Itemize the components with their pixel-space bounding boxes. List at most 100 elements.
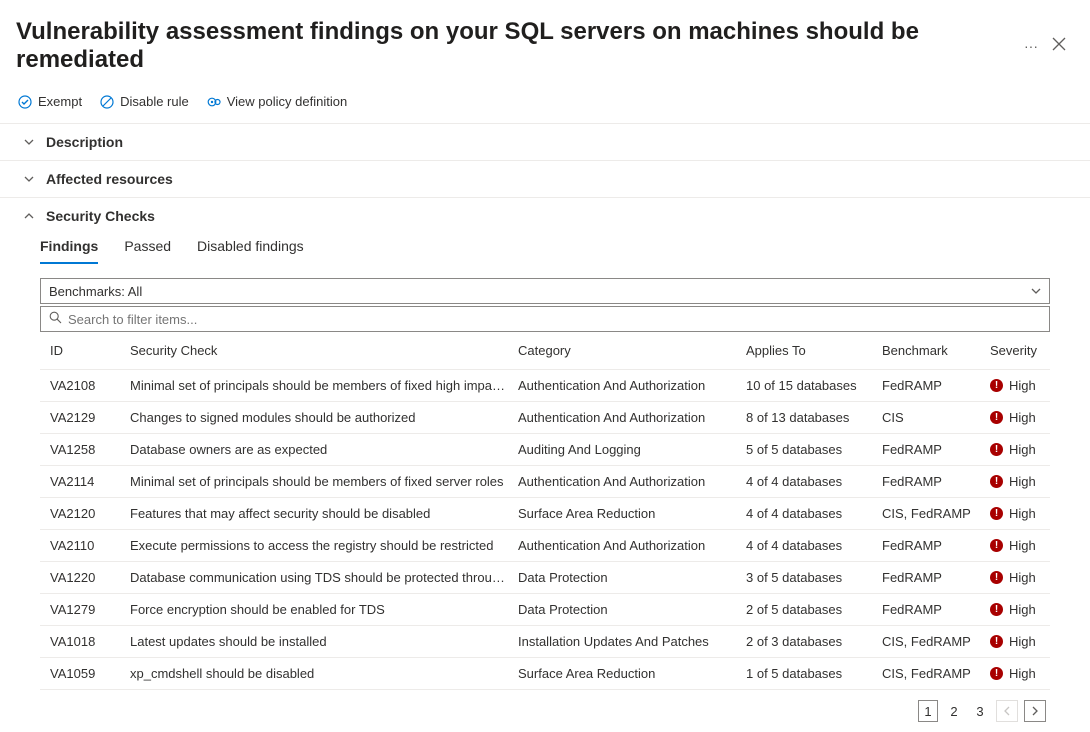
cell-category: Surface Area Reduction: [518, 506, 746, 521]
search-input[interactable]: [68, 312, 1041, 327]
cell-severity: ! High: [990, 602, 1060, 617]
cell-category: Authentication And Authorization: [518, 378, 746, 393]
cell-applies-to: 4 of 4 databases: [746, 538, 882, 553]
cell-severity: !High: [990, 410, 1060, 425]
benchmark-filter[interactable]: Benchmarks: All: [40, 278, 1050, 304]
severity-label: High: [1009, 602, 1036, 617]
chevron-down-icon: [24, 174, 34, 184]
col-benchmark[interactable]: Benchmark: [882, 343, 990, 358]
cell-id: VA1258: [50, 442, 130, 457]
search-icon: [49, 311, 62, 327]
tab-findings[interactable]: Findings: [40, 234, 98, 264]
table-row[interactable]: VA2108Minimal set of principals should b…: [40, 370, 1050, 402]
page-1[interactable]: 1: [918, 700, 938, 722]
cell-id: VA1018: [50, 634, 130, 649]
exempt-icon: [18, 95, 32, 109]
severity-label: High: [1009, 474, 1036, 489]
cell-security-check: Force encryption should be enabled for T…: [130, 602, 518, 617]
cell-security-check: Minimal set of principals should be memb…: [130, 378, 518, 393]
tab-disabled-findings[interactable]: Disabled findings: [197, 234, 304, 264]
table-row[interactable]: VA2120Features that may affect security …: [40, 498, 1050, 530]
section-checks-label: Security Checks: [46, 208, 155, 224]
cell-applies-to: 5 of 5 databases: [746, 442, 882, 457]
more-icon[interactable]: ···: [1024, 38, 1038, 54]
cell-security-check: Latest updates should be installed: [130, 634, 518, 649]
table-row[interactable]: VA2129Changes to signed modules should b…: [40, 402, 1050, 434]
tab-passed[interactable]: Passed: [124, 234, 171, 264]
col-id[interactable]: ID: [50, 343, 130, 358]
cell-benchmark: CIS: [882, 410, 990, 425]
cell-benchmark: FedRAMP: [882, 442, 990, 457]
page-title: Vulnerability assessment findings on you…: [16, 18, 1010, 74]
cell-benchmark: FedRAMP: [882, 474, 990, 489]
cell-applies-to: 2 of 3 databases: [746, 634, 882, 649]
col-security-check[interactable]: Security Check: [130, 343, 518, 358]
severity-high-icon: !: [990, 603, 1003, 616]
cell-applies-to: 4 of 4 databases: [746, 506, 882, 521]
severity-label: High: [1009, 634, 1036, 649]
col-applies-to[interactable]: Applies To: [746, 343, 882, 358]
cell-category: Data Protection: [518, 602, 746, 617]
benchmark-filter-label: Benchmarks: All: [49, 284, 142, 299]
severity-high-icon: !: [990, 539, 1003, 552]
cell-applies-to: 2 of 5 databases: [746, 602, 882, 617]
cell-security-check: Minimal set of principals should be memb…: [130, 474, 518, 489]
col-severity[interactable]: Severity: [990, 343, 1060, 358]
severity-label: High: [1009, 506, 1036, 521]
cell-id: VA2108: [50, 378, 130, 393]
table-row[interactable]: VA1279Force encryption should be enabled…: [40, 594, 1050, 626]
table-row[interactable]: VA1059xp_cmdshell should be disabledSurf…: [40, 658, 1050, 690]
severity-high-icon: !: [990, 411, 1003, 424]
page-3[interactable]: 3: [970, 700, 990, 722]
severity-high-icon: !: [990, 571, 1003, 584]
cell-security-check: Execute permissions to access the regist…: [130, 538, 518, 553]
col-category[interactable]: Category: [518, 343, 746, 358]
cell-id: VA2120: [50, 506, 130, 521]
disable-rule-label: Disable rule: [120, 94, 189, 109]
chevron-down-icon: [1031, 284, 1041, 299]
cell-id: VA1279: [50, 602, 130, 617]
severity-high-icon: !: [990, 667, 1003, 680]
table-row[interactable]: VA1220Database communication using TDS s…: [40, 562, 1050, 594]
cell-category: Data Protection: [518, 570, 746, 585]
table-row[interactable]: VA1018Latest updates should be installed…: [40, 626, 1050, 658]
cell-applies-to: 1 of 5 databases: [746, 666, 882, 681]
table-row[interactable]: VA2114Minimal set of principals should b…: [40, 466, 1050, 498]
table-row[interactable]: VA1258Database owners are as expectedAud…: [40, 434, 1050, 466]
next-page-button[interactable]: [1024, 700, 1046, 722]
disable-icon: [100, 95, 114, 109]
section-affected[interactable]: Affected resources: [0, 161, 1090, 197]
cell-category: Auditing And Logging: [518, 442, 746, 457]
severity-high-icon: !: [990, 635, 1003, 648]
close-icon[interactable]: [1052, 37, 1066, 56]
cell-severity: !High: [990, 378, 1060, 393]
disable-rule-button[interactable]: Disable rule: [100, 94, 189, 109]
pager: 1 2 3: [40, 690, 1050, 722]
severity-high-icon: !: [990, 507, 1003, 520]
cell-benchmark: CIS, FedRAMP: [882, 634, 990, 649]
cell-benchmark: FedRAMP: [882, 602, 990, 617]
cell-benchmark: CIS, FedRAMP: [882, 506, 990, 521]
cell-benchmark: FedRAMP: [882, 570, 990, 585]
page-2[interactable]: 2: [944, 700, 964, 722]
severity-label: High: [1009, 378, 1036, 393]
search-box[interactable]: [40, 306, 1050, 332]
chevron-up-icon: [24, 211, 34, 221]
severity-label: High: [1009, 666, 1036, 681]
cell-severity: ! High: [990, 634, 1060, 649]
view-policy-button[interactable]: View policy definition: [207, 94, 347, 109]
cell-category: Installation Updates And Patches: [518, 634, 746, 649]
cell-applies-to: 10 of 15 databases: [746, 378, 882, 393]
section-checks[interactable]: Security Checks: [0, 198, 1090, 234]
cell-security-check: xp_cmdshell should be disabled: [130, 666, 518, 681]
prev-page-button: [996, 700, 1018, 722]
cell-benchmark: CIS, FedRAMP: [882, 666, 990, 681]
cell-applies-to: 3 of 5 databases: [746, 570, 882, 585]
section-description[interactable]: Description: [0, 124, 1090, 160]
cell-severity: !High: [990, 538, 1060, 553]
severity-label: High: [1009, 442, 1036, 457]
table-row[interactable]: VA2110Execute permissions to access the …: [40, 530, 1050, 562]
cell-category: Authentication And Authorization: [518, 410, 746, 425]
cell-severity: !High: [990, 474, 1060, 489]
exempt-button[interactable]: Exempt: [18, 94, 82, 109]
